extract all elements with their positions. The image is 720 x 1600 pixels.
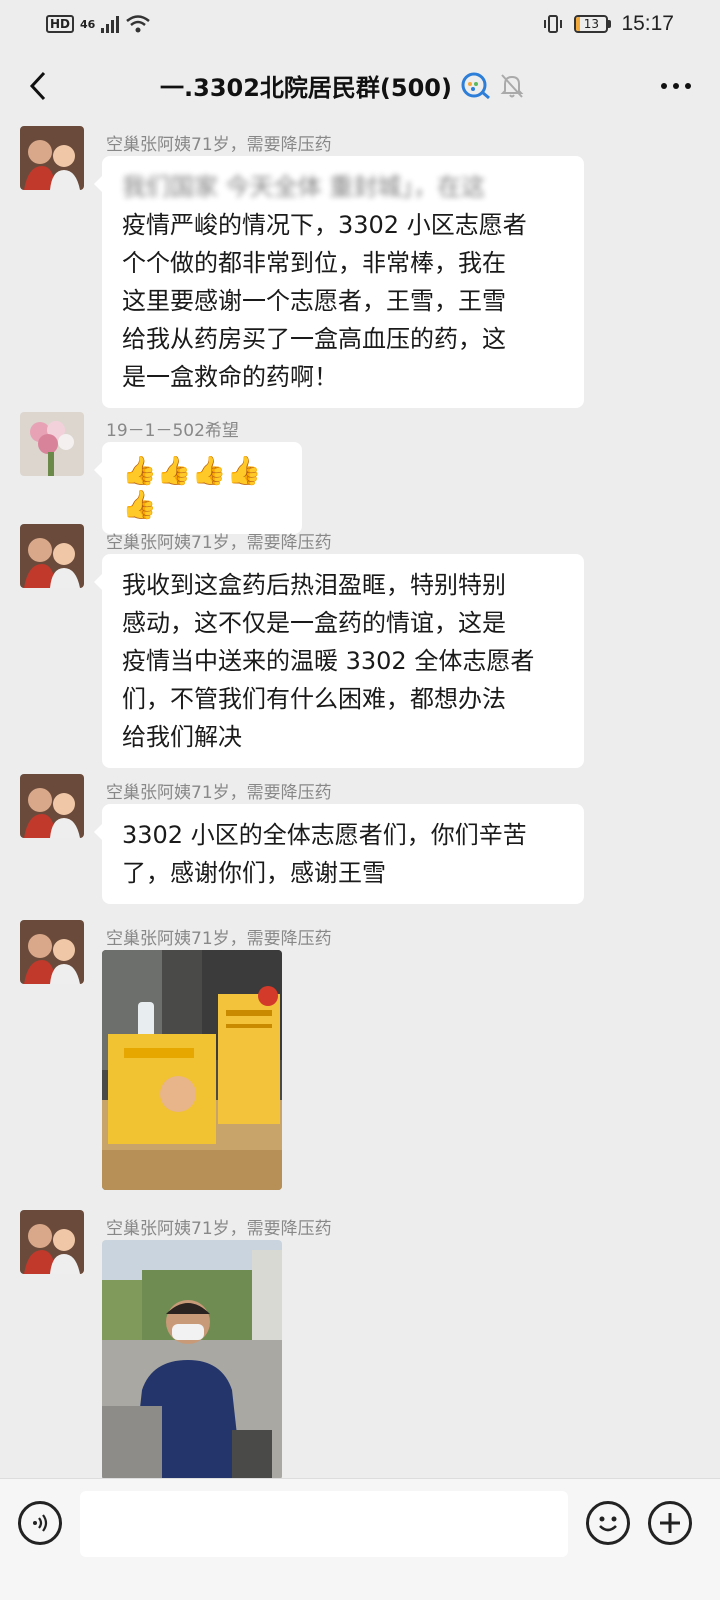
mute-bell-icon <box>500 73 524 98</box>
volunteer-photo[interactable] <box>102 1240 282 1478</box>
message-line: 3302 小区的全体志愿者们，你们辛苦 <box>122 821 527 849</box>
status-bar: HD 46 13 15:17 <box>0 0 720 48</box>
message-line: 了，感谢你们，感谢王雪 <box>122 859 386 887</box>
avatar[interactable] <box>20 126 84 190</box>
avatar-image <box>20 412 84 476</box>
avatar[interactable] <box>20 1210 84 1274</box>
sender-name: 空巢张阿姨71岁，需要降压药 <box>106 533 332 553</box>
plus-icon <box>660 1513 680 1533</box>
message-item: 空巢张阿姨71岁，需要降压药 我收到这盒药后热泪盈眶，特别特别 感动，这不仅是一… <box>0 524 720 768</box>
message-line: 是一盒救命的药啊！ <box>122 363 338 391</box>
thumbs-up-emoji-row: 👍👍👍👍👍 <box>122 454 262 521</box>
message-item: 19－1－502希望 👍👍👍👍👍 <box>0 412 720 534</box>
message-line: 疫情当中送来的温暖 3302 全体志愿者 <box>122 647 535 675</box>
sender-name: 19－1－502希望 <box>106 421 239 441</box>
sender-name: 空巢张阿姨71岁，需要降压药 <box>106 1219 332 1239</box>
chat-list[interactable]: 空巢张阿姨71岁，需要降压药 我们国家 今天全体 重封城」，在这 疫情严峻的情况… <box>0 124 720 1478</box>
avatar[interactable] <box>20 412 84 476</box>
message-line: 感动，这不仅是一盒药的情谊，这是 <box>122 609 506 637</box>
message-line: 我收到这盒药后热泪盈眶，特别特别 <box>122 571 506 599</box>
message-line: 疫情严峻的情况下，3302 小区志愿者 <box>122 211 527 239</box>
message-line: 给我从药房买了一盒高血压的药，这 <box>122 325 506 353</box>
message-line: 个个做的都非常到位，非常棒，我在 <box>122 249 506 277</box>
avatar-image <box>20 920 84 984</box>
message-line: 给我们解决 <box>122 723 242 751</box>
back-button[interactable] <box>18 66 58 106</box>
avatar[interactable] <box>20 524 84 588</box>
voice-button[interactable] <box>18 1501 62 1545</box>
status-right: 13 15:17 <box>542 12 674 36</box>
voice-icon <box>33 1514 48 1532</box>
battery-level: 13 <box>583 17 600 31</box>
clock: 15:17 <box>621 12 674 35</box>
message-item: 空巢张阿姨71岁，需要降压药 我们国家 今天全体 重封城」，在这 疫情严峻的情况… <box>0 124 720 408</box>
chat-header: 一.3302北院居民群(500) <box>0 48 720 124</box>
medicine-photo-image <box>102 950 282 1190</box>
message-bubble[interactable]: 我们国家 今天全体 重封城」，在这 疫情严峻的情况下，3302 小区志愿者 个个… <box>94 156 584 408</box>
avatar-image <box>20 774 84 838</box>
volunteer-photo-image <box>102 1240 282 1478</box>
avatar[interactable] <box>20 920 84 984</box>
sender-name: 空巢张阿姨71岁，需要降压药 <box>106 783 332 803</box>
message-item: 空巢张阿姨71岁，需要降压药 <box>0 1210 720 1478</box>
sender-name: 空巢张阿姨71岁，需要降压药 <box>106 135 332 155</box>
plus-button[interactable] <box>648 1501 692 1545</box>
message-input[interactable] <box>80 1491 568 1557</box>
input-bar <box>0 1478 720 1600</box>
wifi-icon <box>126 15 151 33</box>
emoji-icon <box>599 1516 617 1532</box>
emoji-button[interactable] <box>586 1501 630 1545</box>
chat-title-group[interactable]: 一.3302北院居民群(500) <box>160 68 524 103</box>
message-item: 空巢张阿姨71岁，需要降压药 3302 小区的全体志愿者们，你们辛苦 了，感谢你… <box>0 774 720 904</box>
sender-name: 空巢张阿姨71岁，需要降压药 <box>106 929 332 949</box>
vibrate-icon <box>544 15 563 33</box>
more-dots-icon <box>661 83 691 89</box>
avatar-image <box>20 126 84 190</box>
message-line-obscured: 我们国家 今天全体 重封城」，在这 <box>122 173 486 201</box>
message-item: 空巢张阿姨71岁，需要降压药 <box>0 920 720 1192</box>
avatar[interactable] <box>20 774 84 838</box>
medicine-boxes-photo[interactable] <box>102 950 282 1190</box>
battery-icon: 13 <box>574 15 612 33</box>
chat-title: 一.3302北院居民群(500) <box>160 74 452 102</box>
back-chevron-icon <box>29 71 46 101</box>
status-left: HD 46 <box>46 14 151 34</box>
message-line: 这里要感谢一个志愿者，王雪，王雪 <box>122 287 506 315</box>
message-bubble[interactable]: 👍👍👍👍👍 <box>94 442 302 534</box>
avatar-image <box>20 1210 84 1274</box>
avatar-image <box>20 524 84 588</box>
hd-icon: HD <box>46 15 75 33</box>
signal-icon <box>101 15 120 33</box>
group-badge-icon <box>461 72 490 99</box>
message-bubble[interactable]: 我收到这盒药后热泪盈眶，特别特别 感动，这不仅是一盒药的情谊，这是 疫情当中送来… <box>94 554 584 768</box>
more-button[interactable] <box>656 70 696 102</box>
network-type-label: 46 <box>80 17 96 31</box>
message-bubble[interactable]: 3302 小区的全体志愿者们，你们辛苦 了，感谢你们，感谢王雪 <box>94 804 584 904</box>
message-line: 们，不管我们有什么困难，都想办法 <box>122 685 506 713</box>
